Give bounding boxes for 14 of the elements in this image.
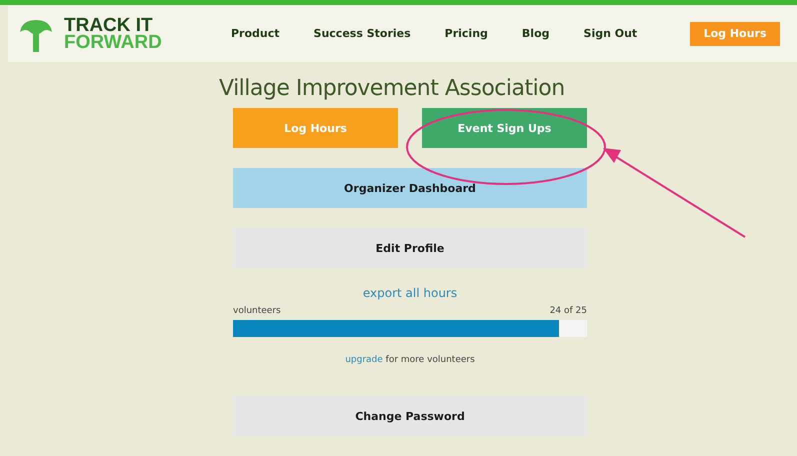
usage-reading: 24 of 25 bbox=[550, 306, 587, 316]
change-password-button[interactable]: Change Password bbox=[233, 396, 587, 436]
logo-text: FORWARD bbox=[64, 34, 162, 50]
upgrade-text: upgrade for more volunteers bbox=[345, 355, 475, 365]
nav-link[interactable]: Pricing bbox=[444, 27, 488, 40]
page-title: Village Improvement Association bbox=[219, 76, 566, 101]
logo-text: TRACK IT bbox=[64, 16, 153, 34]
nav-link[interactable]: Success Stories bbox=[314, 27, 411, 40]
nav-link[interactable]: Product bbox=[231, 27, 280, 40]
usage-label: volunteers bbox=[233, 306, 281, 316]
menu-button[interactable]: Edit Profile bbox=[233, 228, 587, 268]
nav-link[interactable]: Sign Out bbox=[584, 27, 638, 40]
nav-link[interactable]: Blog bbox=[522, 27, 550, 40]
menu-button[interactable]: Organizer Dashboard bbox=[233, 168, 587, 208]
